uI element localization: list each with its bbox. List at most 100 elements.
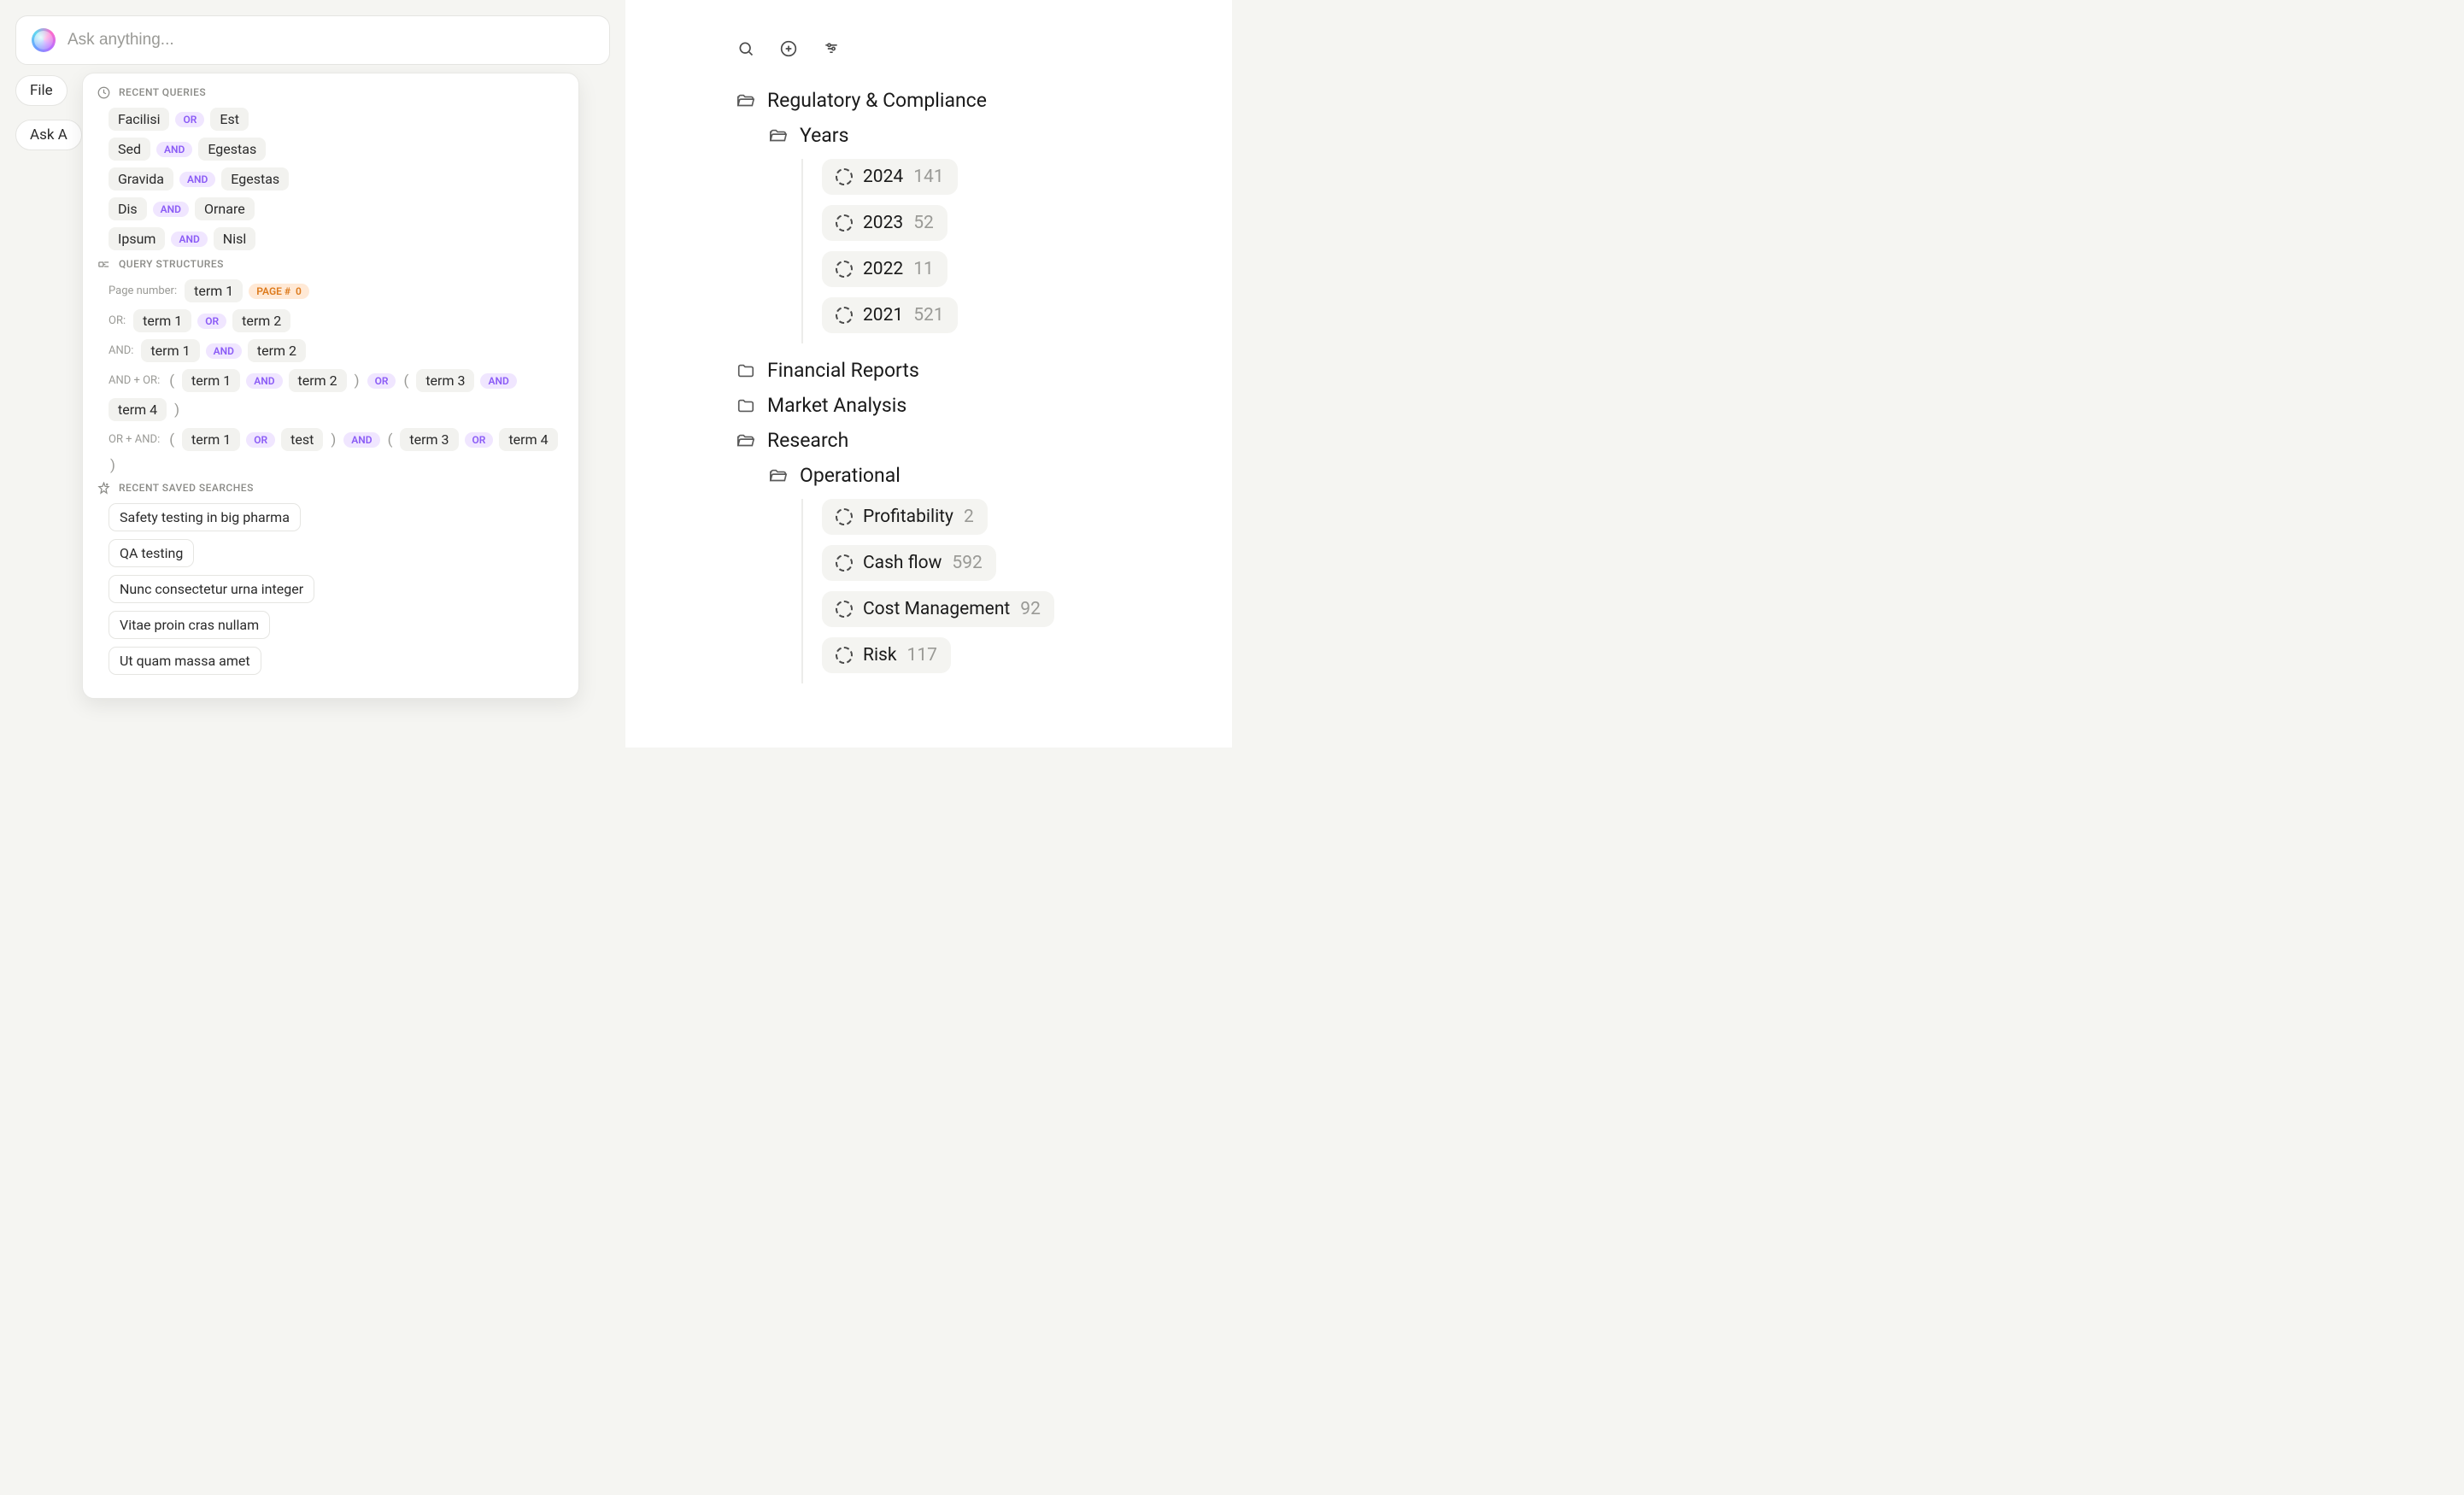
- tag-count: 92: [1020, 599, 1041, 619]
- structure-and[interactable]: AND: term 1 AND term 2: [97, 339, 565, 362]
- saved-search-item[interactable]: Vitae proin cras nullam: [109, 611, 270, 639]
- sidebar-toolbar: [736, 39, 1198, 58]
- tag-chip[interactable]: 2022 11: [822, 251, 947, 287]
- tag-chip[interactable]: Cost Management 92: [822, 591, 1054, 627]
- tag-chip[interactable]: 2024141: [822, 159, 958, 195]
- tag-count: 521: [913, 305, 943, 325]
- folder-financial[interactable]: Financial Reports: [736, 359, 1198, 382]
- folder-years[interactable]: Years: [769, 124, 1198, 147]
- clock-icon: [97, 85, 110, 99]
- recent-query[interactable]: Dis AND Ornare: [97, 197, 565, 220]
- recent-queries-label: RECENT QUERIES: [119, 86, 206, 98]
- query-op: AND: [179, 172, 215, 187]
- tag-list-years: 2024141 202352 2022 11 2021 521: [801, 159, 1198, 343]
- star-icon: [97, 481, 110, 495]
- tag-count: 117: [907, 645, 937, 665]
- recent-query[interactable]: Ipsum AND Nisl: [97, 227, 565, 250]
- paren-close: ): [353, 372, 361, 390]
- filter-pill-aska[interactable]: Ask A: [15, 120, 82, 150]
- paren-close: ): [329, 431, 337, 448]
- query-term: term 3: [400, 428, 458, 451]
- tag-name: Cash flow: [863, 553, 942, 573]
- query-term: term 2: [248, 339, 306, 362]
- tag-name: Risk: [863, 645, 897, 665]
- tag-count: 11: [913, 259, 934, 279]
- query-op: OR: [246, 432, 275, 448]
- folder-label: Regulatory & Compliance: [767, 89, 987, 112]
- tag-chip[interactable]: 202352: [822, 205, 947, 241]
- search-icon[interactable]: [736, 39, 755, 58]
- left-panel: File Ask A RECENT QUERIES Facilisi OR Es…: [0, 0, 625, 748]
- saved-search-item[interactable]: QA testing: [109, 539, 194, 567]
- right-panel: Regulatory & Compliance Years 2024141 20…: [625, 0, 1232, 748]
- query-term: Egestas: [221, 167, 289, 191]
- query-term: term 2: [232, 309, 290, 332]
- folder-icon: [736, 396, 755, 415]
- query-term: term 1: [182, 369, 240, 392]
- structure-or-and[interactable]: OR + AND: ( term 1 OR test ) AND ( term …: [97, 428, 565, 474]
- tag-chip[interactable]: Risk 117: [822, 637, 951, 673]
- structure-label: Page number:: [109, 284, 177, 297]
- tag-name: Profitability: [863, 507, 953, 527]
- search-input[interactable]: [67, 31, 594, 50]
- folder-operational[interactable]: Operational: [769, 464, 1198, 487]
- paren-open: (: [386, 431, 395, 448]
- folder-label: Market Analysis: [767, 394, 906, 417]
- tag-chip[interactable]: Cash flow592: [822, 545, 996, 581]
- paren-close: ): [109, 457, 117, 474]
- search-bar[interactable]: [15, 15, 610, 65]
- structure-and-or[interactable]: AND + OR: ( term 1 AND term 2 ) OR ( ter…: [97, 369, 565, 421]
- query-op: AND: [171, 232, 207, 247]
- folder-open-icon: [736, 431, 755, 450]
- recent-query[interactable]: Sed AND Egestas: [97, 138, 565, 161]
- structure-label: AND + OR:: [109, 374, 160, 387]
- recent-query[interactable]: Facilisi OR Est: [97, 108, 565, 131]
- query-op: AND: [246, 373, 282, 389]
- query-term: term 1: [182, 428, 240, 451]
- query-op: OR: [465, 432, 494, 448]
- folder-research[interactable]: Research: [736, 429, 1198, 452]
- tag-name: 2023: [863, 213, 903, 233]
- structure-icon: [97, 257, 110, 271]
- tag-count: 141: [913, 167, 943, 187]
- query-term: Dis: [109, 197, 147, 220]
- tag-chip[interactable]: 2021 521: [822, 297, 958, 333]
- folder-regulatory[interactable]: Regulatory & Compliance: [736, 89, 1198, 112]
- query-op: AND: [153, 202, 189, 217]
- paren-close: ): [173, 402, 181, 419]
- structure-label: OR + AND:: [109, 433, 160, 446]
- filter-pill-file[interactable]: File: [15, 75, 67, 106]
- structure-or[interactable]: OR: term 1 OR term 2: [97, 309, 565, 332]
- structure-page-number[interactable]: Page number: term 1 PAGE # 0: [97, 279, 565, 302]
- saved-search-item[interactable]: Safety testing in big pharma: [109, 503, 301, 531]
- saved-search-item[interactable]: Nunc consectetur urna integer: [109, 575, 314, 603]
- query-op: AND: [156, 142, 192, 157]
- tag-icon: [836, 647, 853, 664]
- query-term: Est: [210, 108, 249, 131]
- tag-icon: [836, 261, 853, 278]
- tag-icon: [836, 307, 853, 324]
- query-op: AND: [480, 373, 516, 389]
- query-op: OR: [175, 112, 204, 127]
- folder-market[interactable]: Market Analysis: [736, 394, 1198, 417]
- tag-name: 2022: [863, 259, 903, 279]
- tag-name: 2021: [863, 305, 903, 325]
- recent-query[interactable]: Gravida AND Egestas: [97, 167, 565, 191]
- query-term: Ipsum: [109, 227, 165, 250]
- filter-icon[interactable]: [822, 39, 841, 58]
- query-op: AND: [206, 343, 242, 359]
- add-icon[interactable]: [779, 39, 798, 58]
- tag-name: Cost Management: [863, 599, 1010, 619]
- tag-icon: [836, 554, 853, 572]
- saved-search-item[interactable]: Ut quam massa amet: [109, 647, 261, 675]
- folder-label: Financial Reports: [767, 359, 919, 382]
- paren-open: (: [402, 372, 410, 390]
- query-op: AND: [343, 432, 379, 448]
- query-term: Nisl: [214, 227, 255, 250]
- folder-label: Years: [800, 124, 848, 147]
- tag-chip[interactable]: Profitability2: [822, 499, 988, 535]
- search-dropdown: RECENT QUERIES Facilisi OR Est Sed AND E…: [82, 73, 579, 699]
- query-term: Gravida: [109, 167, 173, 191]
- query-op: OR: [197, 314, 226, 329]
- tag-icon: [836, 214, 853, 232]
